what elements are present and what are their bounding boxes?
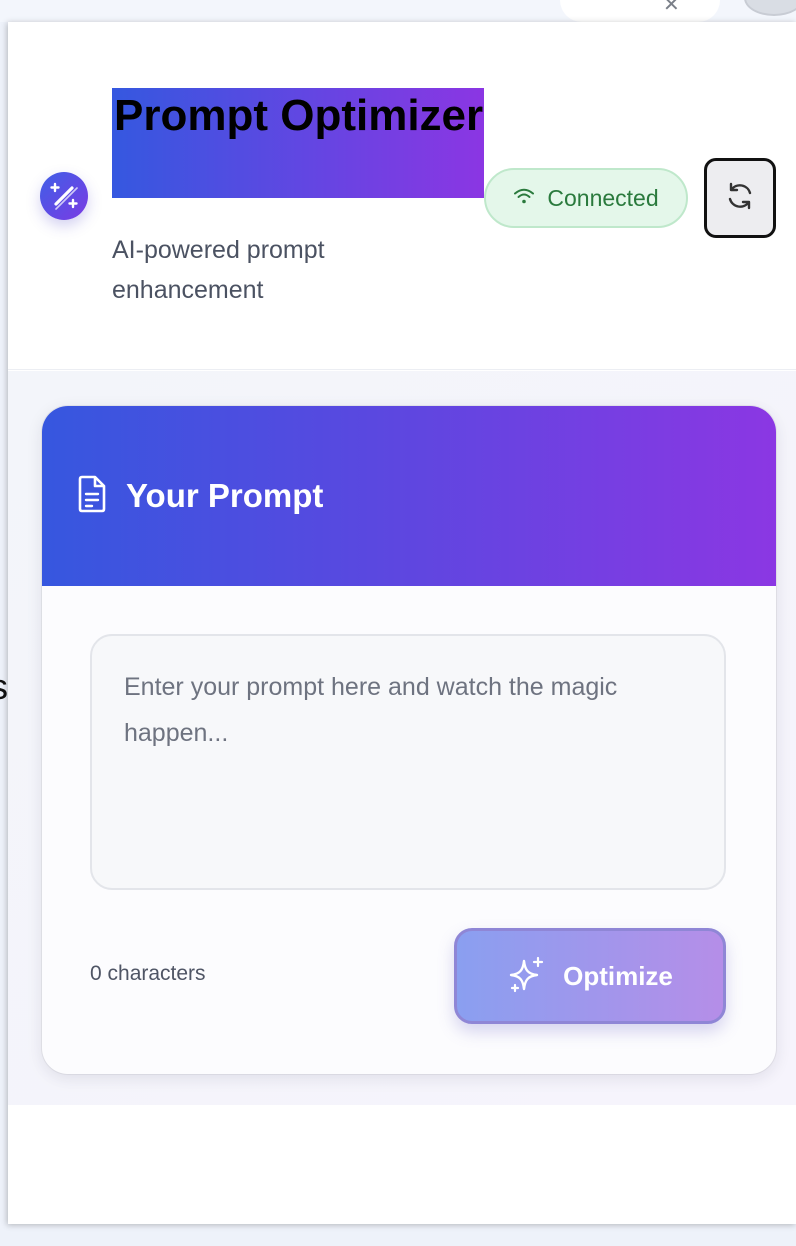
- prompt-card-title: Your Prompt: [126, 477, 324, 514]
- status-text: Connected: [547, 184, 659, 211]
- refresh-button[interactable]: [704, 158, 776, 238]
- close-icon[interactable]: ✕: [663, 0, 680, 17]
- popup-main: Your Prompt 0 characters Optimize: [8, 371, 796, 1105]
- optimize-button[interactable]: Optimize: [454, 928, 726, 1024]
- browser-address-pill: [560, 0, 720, 22]
- optimize-label: Optimize: [563, 960, 673, 991]
- app-subtitle: AI-powered prompt enhancement: [112, 236, 325, 304]
- magic-wand-icon: [40, 172, 88, 220]
- title-highlight: Prompt Optimizer: [112, 88, 484, 198]
- refresh-icon: [724, 180, 756, 217]
- extension-popup: Prompt Optimizer AI-powered prompt enhan…: [8, 22, 796, 1224]
- app-title: Prompt Optimizer: [114, 91, 484, 140]
- sparkles-icon: [507, 955, 547, 998]
- document-icon: [76, 475, 108, 518]
- character-count: 0 characters: [90, 962, 206, 985]
- prompt-card-header: Your Prompt: [42, 406, 776, 586]
- prompt-card: Your Prompt 0 characters Optimize: [42, 406, 776, 1074]
- wifi-icon: [513, 187, 535, 210]
- prompt-input[interactable]: [90, 634, 726, 890]
- popup-header: Prompt Optimizer AI-powered prompt enhan…: [8, 22, 796, 370]
- connection-status-badge: Connected: [484, 168, 688, 228]
- background-page-letter: s: [0, 666, 8, 708]
